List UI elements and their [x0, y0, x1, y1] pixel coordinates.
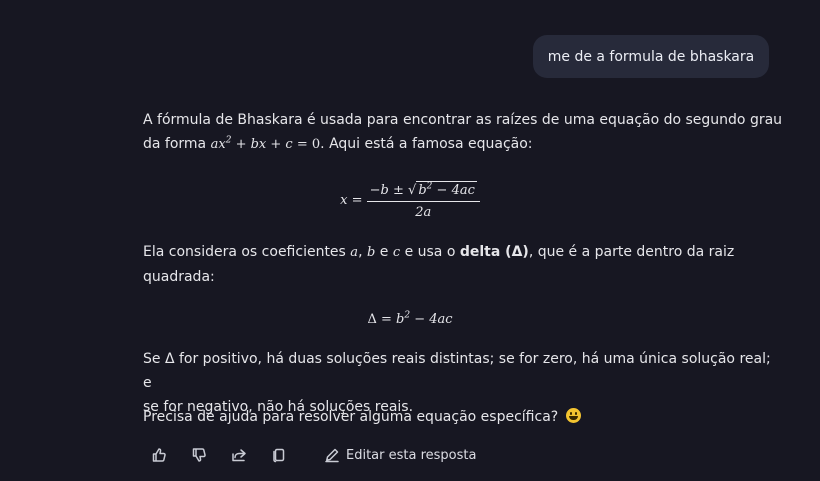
paragraph-text: e usa o [404, 244, 456, 260]
paragraph-text: da forma [143, 136, 207, 152]
response-paragraph-1: A fórmula de Bhaskara é usada para encon… [143, 108, 783, 157]
edit-response-label: Editar esta resposta [346, 447, 477, 463]
paragraph-text: quadrada: [143, 269, 215, 285]
response-paragraph-4: Precisa de ajuda para resolver alguma eq… [143, 405, 783, 429]
paragraph-text: . Aqui está a famosa equação: [320, 136, 533, 152]
bhaskara-formula: x = −b ± √ b2 − 4ac 2a [0, 181, 820, 220]
paragraph-text: , que é a parte dentro da raiz [528, 244, 735, 260]
paragraph-text: A fórmula de Bhaskara é usada para encon… [143, 112, 783, 128]
paragraph-text: e [379, 244, 389, 260]
edit-response-button[interactable]: Editar esta resposta [324, 447, 476, 463]
thumbs-up-icon [152, 448, 166, 462]
coefficient-b: b [366, 245, 376, 260]
dislike-button[interactable] [188, 444, 210, 466]
copy-icon [273, 448, 285, 463]
share-button[interactable] [228, 444, 250, 466]
paragraph-text: Se Δ for positivo, há duas soluções reai… [143, 351, 771, 391]
formula-denominator: 2a [415, 205, 432, 220]
pencil-edit-icon [325, 448, 339, 463]
share-icon [232, 449, 246, 462]
user-message-text: me de a formula de bhaskara [547, 48, 755, 65]
inline-equation: ax2 + bx + c = 0 [210, 135, 321, 152]
formula-lhs: x = [340, 193, 363, 208]
delta-formula: Δ = b2 − 4ac [367, 310, 453, 327]
like-button[interactable] [148, 444, 170, 466]
paragraph-text: Ela considera os coeficientes [143, 244, 346, 260]
paragraph-text: Precisa de ajuda para resolver alguma eq… [143, 409, 559, 425]
delta-bold-text: delta (Δ) [459, 244, 529, 260]
response-toolbar: Editar esta resposta [148, 444, 476, 466]
formula-numerator: −b ± √ b2 − 4ac [366, 181, 480, 202]
coefficient-c: c [392, 245, 401, 260]
smiling-face-emoji-icon [565, 408, 581, 423]
coefficient-a: a [350, 245, 359, 260]
thumbs-down-icon [192, 448, 206, 462]
user-message-bubble: me de a formula de bhaskara [533, 35, 769, 78]
copy-button[interactable] [268, 444, 290, 466]
response-paragraph-2: Ela considera os coeficientes a, b e c e… [143, 244, 735, 285]
formula-fraction: −b ± √ b2 − 4ac 2a [366, 181, 480, 220]
